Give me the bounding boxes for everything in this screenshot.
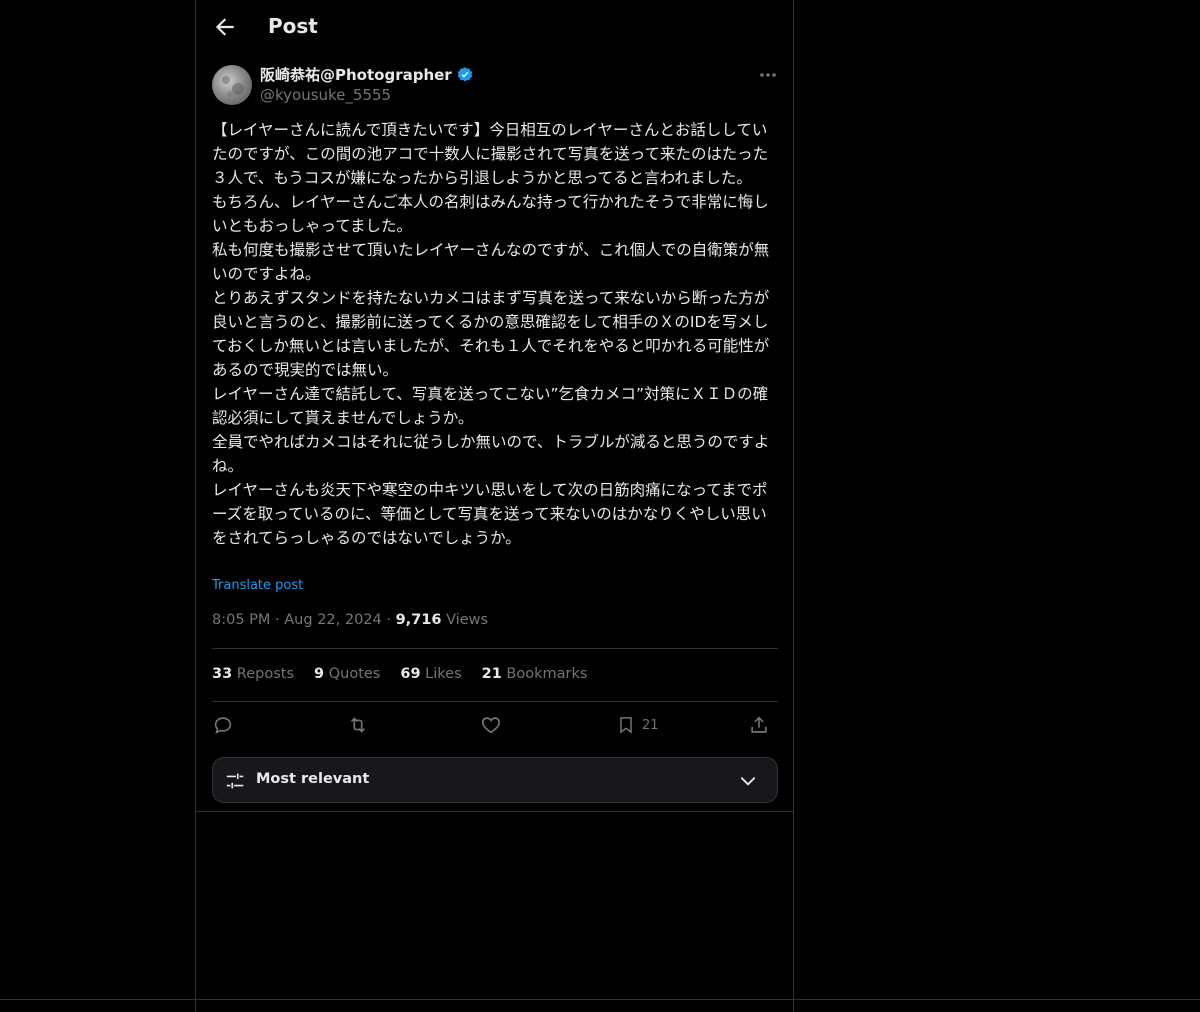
post-date[interactable]: Aug 22, 2024 (284, 612, 382, 628)
meta-separator: · (386, 612, 396, 628)
translate-post-link[interactable]: Translate post (212, 578, 303, 593)
divider (0, 999, 1200, 1000)
bookmark-button[interactable]: 21 (616, 711, 659, 739)
display-name-text: 阪崎恭祐@Photographer (260, 66, 452, 84)
engagement-stats: 33 Reposts 9 Quotes 69 Likes 21 Bookmark… (212, 666, 587, 682)
quotes-count: 9 (314, 666, 325, 682)
divider (212, 648, 778, 649)
meta-separator: · (275, 612, 285, 628)
sliders-icon (226, 773, 244, 789)
sort-label: Most relevant (256, 771, 370, 787)
reposts-stat[interactable]: 33 Reposts (212, 666, 294, 682)
likes-count: 69 (400, 666, 421, 682)
chevron-down-icon (740, 777, 756, 786)
repost-icon (350, 717, 366, 733)
header: Post (196, 0, 793, 54)
divider (196, 811, 793, 812)
avatar-image (222, 76, 244, 97)
reposts-label: Reposts (236, 666, 295, 682)
bookmark-count: 21 (642, 717, 659, 733)
bookmark-icon (620, 717, 632, 734)
likes-stat[interactable]: 69 Likes (400, 666, 461, 682)
more-options-icon[interactable] (758, 65, 778, 85)
quotes-stat[interactable]: 9 Quotes (314, 666, 380, 682)
back-arrow-icon[interactable] (212, 14, 238, 40)
action-bar: 21 (212, 711, 778, 739)
like-button[interactable] (480, 711, 502, 739)
display-name[interactable]: 阪崎恭祐@Photographer (260, 64, 474, 85)
user-handle[interactable]: @kyousuke_5555 (260, 86, 391, 104)
sort-replies-dropdown[interactable]: Most relevant (212, 757, 778, 803)
divider (212, 701, 778, 702)
reposts-count: 33 (212, 666, 233, 682)
share-button[interactable] (748, 711, 770, 739)
views-label: Views (446, 612, 489, 628)
bookmarks-count: 21 (481, 666, 502, 682)
quotes-label: Quotes (328, 666, 381, 682)
share-icon (751, 716, 767, 733)
main-column: Post 阪崎恭祐@Photographer @kyousuke_5555 【レ… (195, 0, 794, 1012)
post-meta: 8:05 PM · Aug 22, 2024 · 9,716 Views (212, 612, 488, 628)
avatar[interactable] (212, 65, 252, 105)
page-title: Post (268, 14, 318, 38)
likes-label: Likes (425, 666, 462, 682)
post-text: 【レイヤーさんに読んで頂きたいです】今日相互のレイヤーさんとお話ししていたのです… (212, 121, 770, 547)
verified-badge-icon (457, 66, 472, 82)
views-count: 9,716 (395, 612, 442, 628)
heart-icon (481, 717, 501, 734)
reply-icon (214, 717, 232, 734)
bookmarks-stat[interactable]: 21 Bookmarks (482, 666, 588, 682)
bookmarks-label: Bookmarks (506, 666, 588, 682)
repost-button[interactable] (346, 711, 370, 739)
post-time[interactable]: 8:05 PM (212, 612, 270, 628)
reply-button[interactable] (212, 711, 234, 739)
